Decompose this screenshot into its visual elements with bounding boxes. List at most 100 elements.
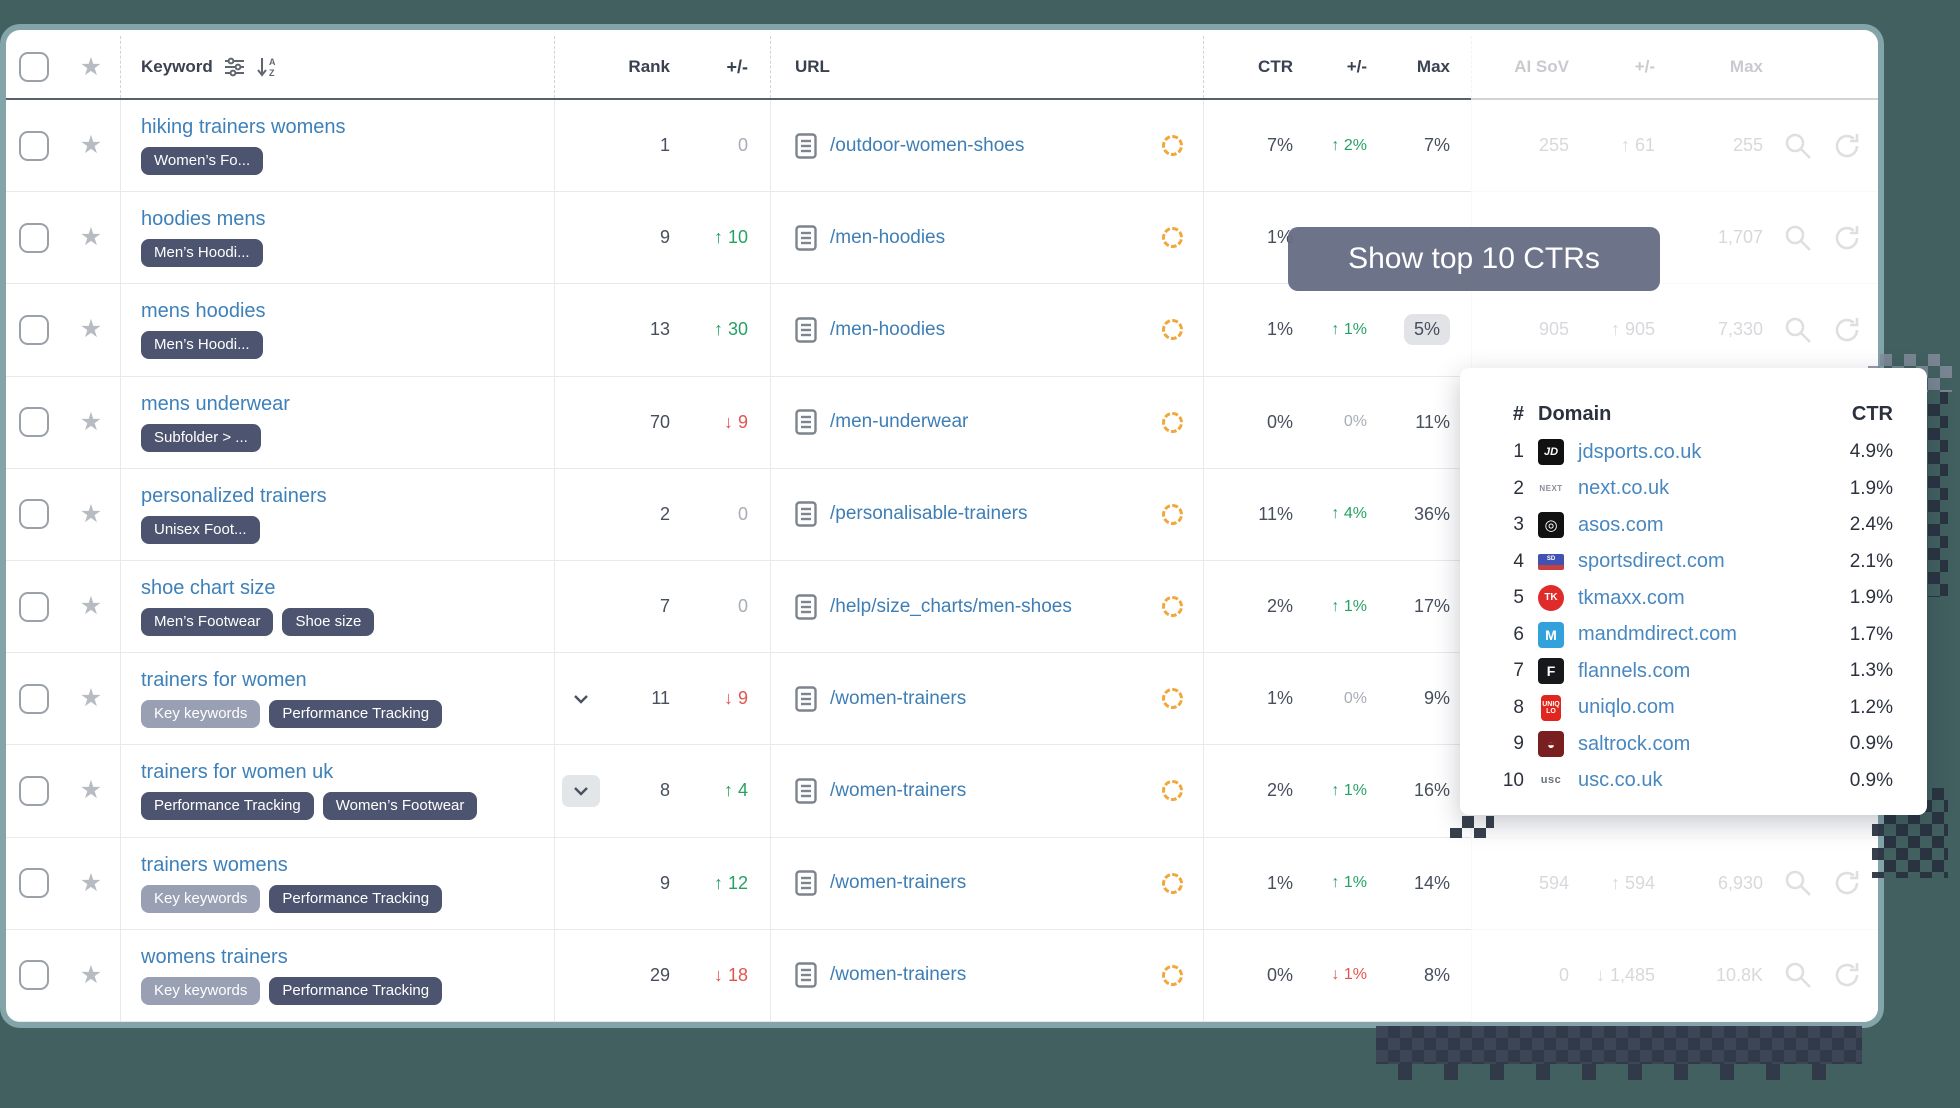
- url-link[interactable]: /women-trainers: [830, 964, 966, 986]
- star-header-icon[interactable]: ★: [80, 55, 102, 80]
- keyword-tag: Men’s Hoodi...: [141, 239, 263, 267]
- ctr-value: 7%: [1203, 100, 1293, 191]
- ctr-max[interactable]: 8%: [1367, 930, 1471, 1021]
- star-icon[interactable]: ★: [80, 686, 102, 711]
- row-checkbox[interactable]: [19, 684, 49, 714]
- col-url[interactable]: URL: [770, 36, 1203, 98]
- refresh-icon[interactable]: [1833, 132, 1861, 160]
- keyword-tag: Key keywords: [141, 885, 260, 913]
- refresh-icon[interactable]: [1833, 961, 1861, 989]
- star-icon[interactable]: ★: [80, 778, 102, 803]
- refresh-icon[interactable]: [1833, 316, 1861, 344]
- keyword-link[interactable]: hiking trainers womens: [141, 116, 346, 139]
- col-ctr-max[interactable]: Max: [1367, 36, 1471, 98]
- row-checkbox[interactable]: [19, 592, 49, 622]
- ctr-value: 1%: [1203, 838, 1293, 929]
- col-ai-max[interactable]: Max: [1655, 36, 1763, 98]
- star-icon[interactable]: ★: [80, 410, 102, 435]
- col-keyword[interactable]: Keyword: [141, 57, 213, 77]
- ctr-delta: ↑ 2%: [1293, 100, 1367, 191]
- popup-col-num: #: [1490, 403, 1524, 426]
- keyword-link[interactable]: personalized trainers: [141, 485, 327, 508]
- ctr-max[interactable]: 17%: [1367, 561, 1471, 652]
- url-link[interactable]: /women-trainers: [830, 780, 966, 802]
- keyword-tag: Key keywords: [141, 977, 260, 1005]
- row-checkbox[interactable]: [19, 960, 49, 990]
- ctr-max[interactable]: 11%: [1367, 377, 1471, 468]
- ctr-max[interactable]: 7%: [1367, 100, 1471, 191]
- top-ctrs-popup: # Domain CTR 1JD jdsports.co.uk4.9% 2NEX…: [1460, 368, 1927, 815]
- expand-chevron-icon[interactable]: [571, 689, 591, 709]
- search-icon[interactable]: [1783, 868, 1813, 898]
- row-checkbox[interactable]: [19, 131, 49, 161]
- popup-domain-link[interactable]: next.co.uk: [1578, 477, 1821, 500]
- url-link[interactable]: /men-hoodies: [830, 319, 945, 341]
- url-link[interactable]: /women-trainers: [830, 688, 966, 710]
- refresh-icon[interactable]: [1833, 224, 1861, 252]
- search-icon[interactable]: [1783, 223, 1813, 253]
- popup-domain-link[interactable]: usc.co.uk: [1578, 769, 1821, 792]
- star-icon[interactable]: ★: [80, 502, 102, 527]
- popup-domain-link[interactable]: asos.com: [1578, 514, 1821, 537]
- col-ctr-delta[interactable]: +/-: [1293, 36, 1367, 98]
- popup-domain-link[interactable]: saltrock.com: [1578, 733, 1821, 756]
- popup-domain-link[interactable]: sportsdirect.com: [1578, 550, 1821, 573]
- popup-domain-link[interactable]: mandmdirect.com: [1578, 623, 1821, 646]
- keyword-tag: Performance Tracking: [269, 885, 442, 913]
- sort-alpha-icon[interactable]: AZ: [256, 56, 278, 78]
- keyword-link[interactable]: womens trainers: [141, 946, 288, 969]
- rank-value: 1: [606, 100, 670, 191]
- search-icon[interactable]: [1783, 315, 1813, 345]
- star-icon[interactable]: ★: [80, 317, 102, 342]
- keyword-tag: Subfolder > ...: [141, 424, 261, 452]
- url-link[interactable]: /outdoor-women-shoes: [830, 135, 1024, 157]
- popup-domain-link[interactable]: flannels.com: [1578, 660, 1821, 683]
- keyword-link[interactable]: mens hoodies: [141, 300, 266, 323]
- select-all-checkbox[interactable]: [19, 52, 49, 82]
- row-checkbox[interactable]: [19, 223, 49, 253]
- popup-row: 5TK tkmaxx.com1.9%: [1490, 580, 1893, 617]
- url-link[interactable]: /women-trainers: [830, 872, 966, 894]
- col-ai-sov[interactable]: AI SoV: [1471, 36, 1569, 98]
- row-checkbox[interactable]: [19, 499, 49, 529]
- keyword-link[interactable]: hoodies mens: [141, 208, 266, 231]
- ctr-max-highlighted[interactable]: 5%: [1404, 314, 1450, 345]
- favicon-next: NEXT: [1538, 476, 1564, 502]
- star-icon[interactable]: ★: [80, 133, 102, 158]
- col-rank[interactable]: Rank: [606, 36, 670, 98]
- refresh-icon[interactable]: [1833, 869, 1861, 897]
- col-ai-delta[interactable]: +/-: [1569, 36, 1655, 98]
- keyword-link[interactable]: trainers for women: [141, 669, 307, 692]
- filter-icon[interactable]: [224, 57, 245, 77]
- keyword-link[interactable]: trainers womens: [141, 854, 288, 877]
- col-ctr[interactable]: CTR: [1203, 36, 1293, 98]
- url-link[interactable]: /help/size_charts/men-shoes: [830, 596, 1072, 618]
- row-checkbox[interactable]: [19, 315, 49, 345]
- expand-chevron-button[interactable]: [562, 775, 600, 807]
- ctr-max[interactable]: 36%: [1367, 469, 1471, 560]
- url-link[interactable]: /men-hoodies: [830, 227, 945, 249]
- keyword-link[interactable]: shoe chart size: [141, 577, 276, 600]
- keyword-link[interactable]: mens underwear: [141, 393, 290, 416]
- ctr-max[interactable]: 9%: [1367, 653, 1471, 744]
- row-checkbox[interactable]: [19, 776, 49, 806]
- url-link[interactable]: /men-underwear: [830, 411, 968, 433]
- search-icon[interactable]: [1783, 131, 1813, 161]
- star-icon[interactable]: ★: [80, 871, 102, 896]
- url-link[interactable]: /personalisable-trainers: [830, 503, 1028, 525]
- col-rank-delta[interactable]: +/-: [670, 36, 770, 98]
- popup-domain-link[interactable]: jdsports.co.uk: [1578, 441, 1821, 464]
- popup-domain-link[interactable]: tkmaxx.com: [1578, 587, 1821, 610]
- ctr-max[interactable]: 14%: [1367, 838, 1471, 929]
- row-checkbox[interactable]: [19, 407, 49, 437]
- ctr-delta: ↓ 1%: [1293, 930, 1367, 1021]
- star-icon[interactable]: ★: [80, 594, 102, 619]
- search-icon[interactable]: [1783, 960, 1813, 990]
- star-icon[interactable]: ★: [80, 963, 102, 988]
- popup-domain-link[interactable]: uniqlo.com: [1578, 696, 1821, 719]
- favicon-usc: usc: [1538, 768, 1564, 794]
- keyword-tag: Performance Tracking: [269, 977, 442, 1005]
- row-checkbox[interactable]: [19, 868, 49, 898]
- keyword-link[interactable]: trainers for women uk: [141, 761, 333, 784]
- star-icon[interactable]: ★: [80, 225, 102, 250]
